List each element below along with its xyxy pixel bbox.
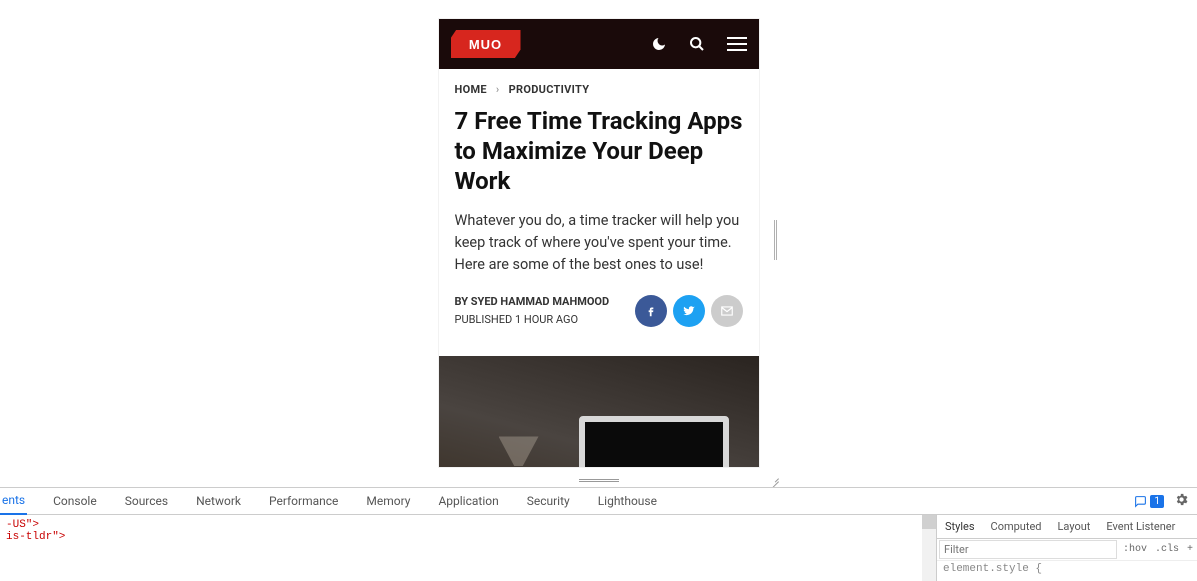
laptop-graphic <box>579 416 729 467</box>
new-rule-button[interactable]: + <box>1183 544 1197 555</box>
subtab-layout[interactable]: Layout <box>1058 520 1091 533</box>
styles-filter-row: :hov .cls + <box>937 539 1197 561</box>
devtools-panel: ents Console Sources Network Performance… <box>0 487 1197 580</box>
share-facebook-button[interactable] <box>635 295 667 327</box>
share-twitter-button[interactable] <box>673 295 705 327</box>
subtab-event-listeners[interactable]: Event Listener <box>1106 520 1175 533</box>
breadcrumb-separator: › <box>496 83 500 96</box>
article-title: 7 Free Time Tracking Apps to Maximize Yo… <box>455 106 743 196</box>
element-style-rule[interactable]: element.style { <box>937 561 1197 577</box>
site-logo[interactable]: MUO <box>451 30 521 58</box>
preview-resize-handle-corner[interactable] <box>769 472 779 482</box>
share-email-button[interactable] <box>711 295 743 327</box>
published-label: PUBLISHED <box>455 313 513 326</box>
preview-resize-handle-bottom[interactable] <box>579 478 619 482</box>
site-header: MUO <box>439 19 759 69</box>
elements-tree[interactable]: -US"> is-tldr"> <box>0 515 937 581</box>
cls-toggle[interactable]: .cls <box>1151 544 1183 555</box>
tab-sources[interactable]: Sources <box>123 488 170 515</box>
breadcrumb-home[interactable]: HOME <box>455 83 487 96</box>
devtools-settings-icon[interactable] <box>1174 492 1189 510</box>
tab-console[interactable]: Console <box>51 488 99 515</box>
tab-application[interactable]: Application <box>436 488 500 515</box>
preview-scrollbar[interactable] <box>774 220 777 260</box>
article-hero-image <box>439 356 759 467</box>
tab-network[interactable]: Network <box>194 488 243 515</box>
styles-filter-input[interactable] <box>939 540 1117 559</box>
byline: BY SYED HAMMAD MAHMOOD <box>455 295 610 308</box>
mobile-viewport: MUO HOME › PRODUCTIVITY 7 Free Time <box>439 19 759 467</box>
issues-badge[interactable]: 1 <box>1134 495 1164 508</box>
tab-elements[interactable]: ents <box>0 488 27 515</box>
issues-count: 1 <box>1150 495 1164 508</box>
hamburger-menu-icon[interactable] <box>727 37 747 51</box>
source-line-3: is-tldr"> <box>6 531 65 543</box>
elements-scrollbar[interactable] <box>922 515 936 581</box>
logo-text: MUO <box>469 37 502 52</box>
subtab-computed[interactable]: Computed <box>991 520 1042 533</box>
article-content: HOME › PRODUCTIVITY 7 Free Time Tracking… <box>439 69 759 342</box>
article-subtitle: Whatever you do, a time tracker will hel… <box>455 210 743 275</box>
share-buttons <box>635 295 743 327</box>
tab-lighthouse[interactable]: Lighthouse <box>596 488 659 515</box>
header-actions <box>651 36 747 52</box>
responsive-preview-pane: MUO HOME › PRODUCTIVITY 7 Free Time <box>0 0 1197 487</box>
styles-panel: Styles Computed Layout Event Listener :h… <box>937 515 1197 581</box>
published-time: 1 HOUR AGO <box>515 313 578 326</box>
breadcrumb-category[interactable]: PRODUCTIVITY <box>509 83 590 96</box>
source-line-1: -US"> <box>6 519 39 531</box>
hov-toggle[interactable]: :hov <box>1119 544 1151 555</box>
subtab-styles[interactable]: Styles <box>945 520 975 533</box>
tab-memory[interactable]: Memory <box>364 488 412 515</box>
dark-mode-icon[interactable] <box>651 36 667 52</box>
author-name[interactable]: SYED HAMMAD MAHMOOD <box>471 295 609 308</box>
devtools-body: -US"> is-tldr"> Styles Computed Layout E… <box>0 515 1197 581</box>
styles-subtabs: Styles Computed Layout Event Listener <box>937 515 1197 539</box>
article-meta-row: BY SYED HAMMAD MAHMOOD PUBLISHED 1 HOUR … <box>455 293 743 328</box>
breadcrumb: HOME › PRODUCTIVITY <box>455 83 743 96</box>
tab-security[interactable]: Security <box>525 488 572 515</box>
chat-icon <box>1134 495 1147 508</box>
hourglass-graphic <box>499 436 539 467</box>
tab-performance[interactable]: Performance <box>267 488 340 515</box>
article-meta: BY SYED HAMMAD MAHMOOD PUBLISHED 1 HOUR … <box>455 293 610 328</box>
search-icon[interactable] <box>689 36 705 52</box>
devtools-tabs: ents Console Sources Network Performance… <box>0 488 1197 515</box>
